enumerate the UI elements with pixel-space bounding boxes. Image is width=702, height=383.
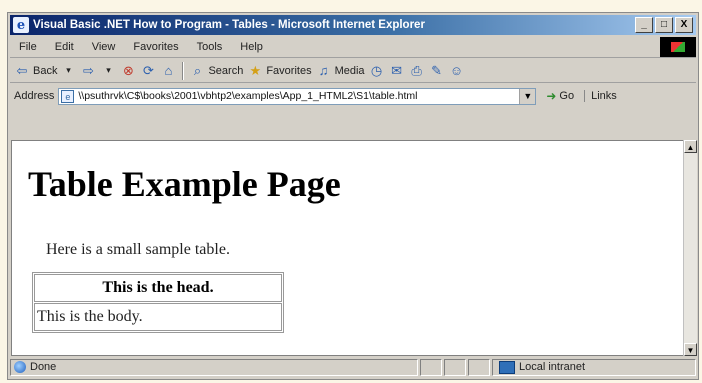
edit-icon[interactable]: ✎ [429, 63, 445, 79]
menu-bar: File Edit View Favorites Tools Help [10, 37, 696, 58]
go-label: Go [559, 90, 575, 102]
stop-icon[interactable]: ⊗ [120, 63, 136, 79]
menu-view[interactable]: View [83, 41, 125, 53]
browser-window: e Visual Basic .NET How to Program - Tab… [7, 12, 699, 380]
standard-toolbar: ⇦ Back ▾ ⇨ ▾ ⊗ ⟳ ⌂ ⌕ Search ★ Favorites … [10, 59, 696, 83]
window-title: Visual Basic .NET How to Program - Table… [33, 19, 425, 31]
menu-tools[interactable]: Tools [188, 41, 232, 53]
back-arrow-icon: ⇦ [16, 62, 28, 78]
home-icon[interactable]: ⌂ [160, 63, 176, 79]
sample-table: This is the head. This is the body. [32, 272, 284, 333]
history-icon[interactable]: ◷ [369, 63, 385, 79]
status-pane [420, 358, 442, 376]
ie-page-icon: e [13, 17, 29, 33]
go-button[interactable]: ➜ Go [546, 89, 574, 103]
mail-icon[interactable]: ✉ [389, 63, 405, 79]
address-bar: Address e ▼ ➜ Go Links [10, 85, 696, 107]
ie-status-icon [14, 361, 26, 373]
intro-text: Here is a small sample table. [46, 241, 230, 258]
address-label: Address [14, 90, 55, 102]
table-body-row: This is the body. [34, 303, 282, 331]
menu-file[interactable]: File [10, 41, 46, 53]
refresh-icon[interactable]: ⟳ [140, 63, 156, 79]
scroll-down-icon[interactable]: ▼ [684, 343, 697, 356]
maximize-button[interactable]: □ [655, 17, 673, 33]
scroll-up-icon[interactable]: ▲ [684, 140, 697, 153]
menu-help[interactable]: Help [231, 41, 272, 53]
status-text-pane: Done [10, 358, 418, 376]
back-dropdown-icon[interactable]: ▾ [60, 63, 76, 79]
menu-edit[interactable]: Edit [46, 41, 83, 53]
media-icon: ♫ [318, 63, 329, 78]
table-head-row: This is the head. [34, 274, 282, 302]
back-label: Back [33, 64, 58, 77]
vertical-scrollbar[interactable]: ▲ ▼ [683, 140, 697, 356]
messenger-icon[interactable]: ☺ [449, 63, 465, 79]
print-icon[interactable]: ⎙ [409, 63, 425, 79]
minimize-button[interactable]: _ [635, 17, 653, 33]
search-icon: ⌕ [193, 62, 202, 78]
media-button[interactable]: ♫ Media [316, 63, 365, 79]
back-button[interactable]: ⇦ Back ▾ [14, 63, 76, 79]
page-content: Table Example Page Here is a small sampl… [11, 140, 683, 356]
windows-logo-icon [660, 37, 696, 57]
zone-label: Local intranet [519, 361, 586, 373]
address-dropdown-icon[interactable]: ▼ [519, 88, 536, 104]
toolbar-separator [182, 61, 184, 80]
intranet-zone-icon [499, 360, 515, 374]
security-zone: Local intranet [492, 358, 696, 376]
status-pane [444, 358, 466, 376]
favorites-button[interactable]: ★ Favorites [247, 62, 312, 79]
status-bar: Done Local intranet [10, 357, 696, 377]
favorites-label: Favorites [266, 64, 312, 77]
table-head-cell: This is the head. [34, 274, 282, 302]
forward-dropdown-icon[interactable]: ▾ [100, 63, 116, 79]
search-button[interactable]: ⌕ Search [189, 62, 244, 79]
forward-button[interactable]: ⇨ [80, 63, 96, 79]
favorites-icon: ★ [249, 62, 262, 78]
address-field: e ▼ [58, 87, 537, 105]
page-icon: e [61, 89, 75, 103]
status-pane [468, 358, 490, 376]
table-body-cell: This is the body. [34, 303, 282, 331]
search-label: Search [208, 64, 244, 77]
media-label: Media [334, 64, 365, 77]
go-arrow-icon: ➜ [546, 89, 557, 103]
menu-favorites[interactable]: Favorites [124, 41, 187, 53]
status-text: Done [30, 361, 57, 373]
page-title: Table Example Page [28, 164, 341, 204]
window-controls: _ □ X [635, 17, 693, 33]
address-input[interactable] [76, 89, 520, 103]
links-button[interactable]: Links [584, 90, 617, 102]
title-bar[interactable]: e Visual Basic .NET How to Program - Tab… [10, 15, 696, 35]
close-button[interactable]: X [675, 17, 693, 33]
